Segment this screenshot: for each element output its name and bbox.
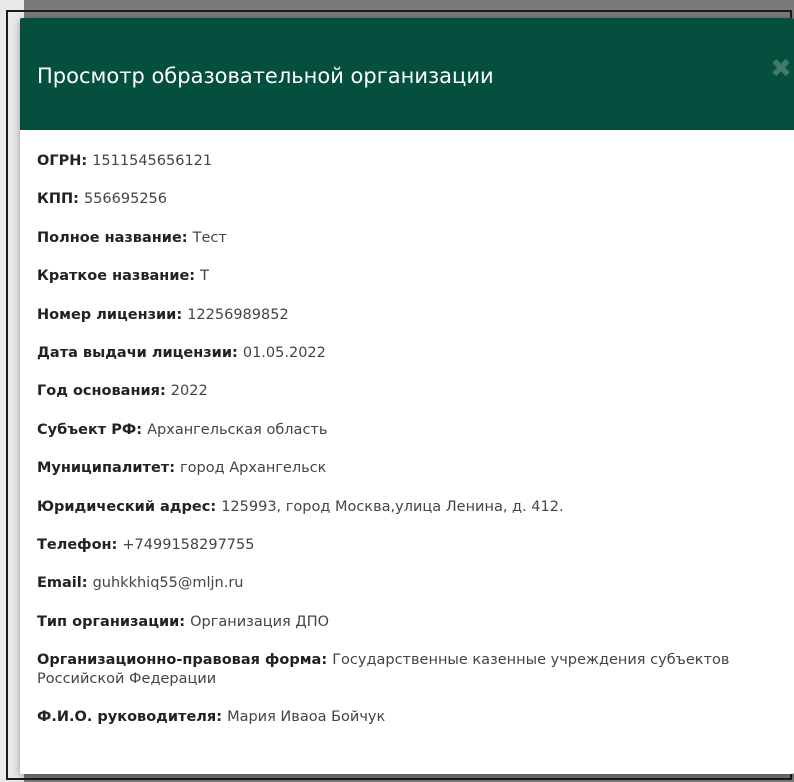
field-label: ОГРН:	[37, 153, 93, 169]
close-button[interactable]: ✖	[768, 56, 794, 82]
field-label: Дата выдачи лицензии:	[37, 344, 243, 361]
field-value: 1511545656121	[92, 153, 213, 169]
field-director-name: Ф.И.О. руководителя: Мария Иваоа Бойчук	[37, 708, 737, 746]
modal-header: Просмотр образовательной организации ✖	[20, 18, 794, 130]
field-label: Краткое название:	[37, 268, 201, 285]
field-value: 125993, город Москва,улица Ленина, д. 41…	[221, 498, 564, 515]
field-license-date: Дата выдачи лицензии: 01.05.2022	[37, 344, 737, 382]
field-label: КПП:	[37, 191, 84, 208]
field-label: Организационно-правовая форма:	[37, 652, 333, 669]
field-label: Номер лицензии:	[37, 306, 188, 323]
close-x-icon[interactable]: ✖	[770, 56, 792, 82]
modal-title: Просмотр образовательной организации	[37, 64, 494, 88]
field-kpp: КПП: 556695256	[37, 190, 737, 228]
field-legal-form: Организационно-правовая форма: Государст…	[37, 651, 737, 708]
field-value: Тест	[192, 229, 227, 246]
field-region: Субъект РФ: Архангельская область	[37, 421, 737, 459]
field-label: Ф.И.О. руководителя:	[37, 709, 228, 726]
field-value: Архангельская область	[147, 421, 328, 438]
field-label: Муниципалитет:	[37, 460, 181, 477]
field-phone: Телефон: +7499158297755	[37, 536, 737, 574]
field-label: Субъект РФ:	[37, 421, 148, 438]
modal-body: ОГРН: 1511545656121 КПП: 556695256 Полно…	[20, 130, 794, 746]
field-value: 12256989852	[187, 306, 289, 323]
field-value: Мария Иваоа Бойчук	[227, 709, 386, 726]
field-value: guhkkhiq55@mljn.ru	[92, 575, 244, 592]
field-value: 556695256	[83, 191, 168, 208]
field-value: город Архангельск	[180, 460, 327, 477]
field-founded-year: Год основания: 2022	[37, 382, 737, 420]
field-value: Т	[200, 268, 210, 285]
field-value: +7499158297755	[122, 536, 255, 553]
field-org-type: Тип организации: Организация ДПО	[37, 613, 737, 651]
field-label: Юридический адрес:	[37, 498, 222, 515]
field-email: Email: guhkkhiq55@mljn.ru	[37, 574, 737, 612]
field-value: 2022	[170, 383, 208, 400]
field-value: 01.05.2022	[242, 344, 326, 361]
field-short-name: Краткое название: Т	[37, 267, 737, 305]
field-value: Организация ДПО	[190, 613, 330, 630]
field-municipality: Муниципалитет: город Архангельск	[37, 459, 737, 497]
field-label: Email:	[37, 575, 93, 592]
organization-view-modal: Просмотр образовательной организации ✖ О…	[20, 18, 794, 774]
field-full-name: Полное название: Тест	[37, 229, 737, 267]
field-license-number: Номер лицензии: 12256989852	[37, 306, 737, 344]
field-label: Полное название:	[37, 229, 193, 246]
field-legal-address: Юридический адрес: 125993, город Москва,…	[37, 498, 737, 536]
field-label: Телефон:	[37, 536, 123, 553]
field-ogrn: ОГРН: 1511545656121	[37, 152, 737, 190]
field-label: Тип организации:	[37, 613, 191, 630]
field-label: Год основания:	[37, 383, 171, 400]
